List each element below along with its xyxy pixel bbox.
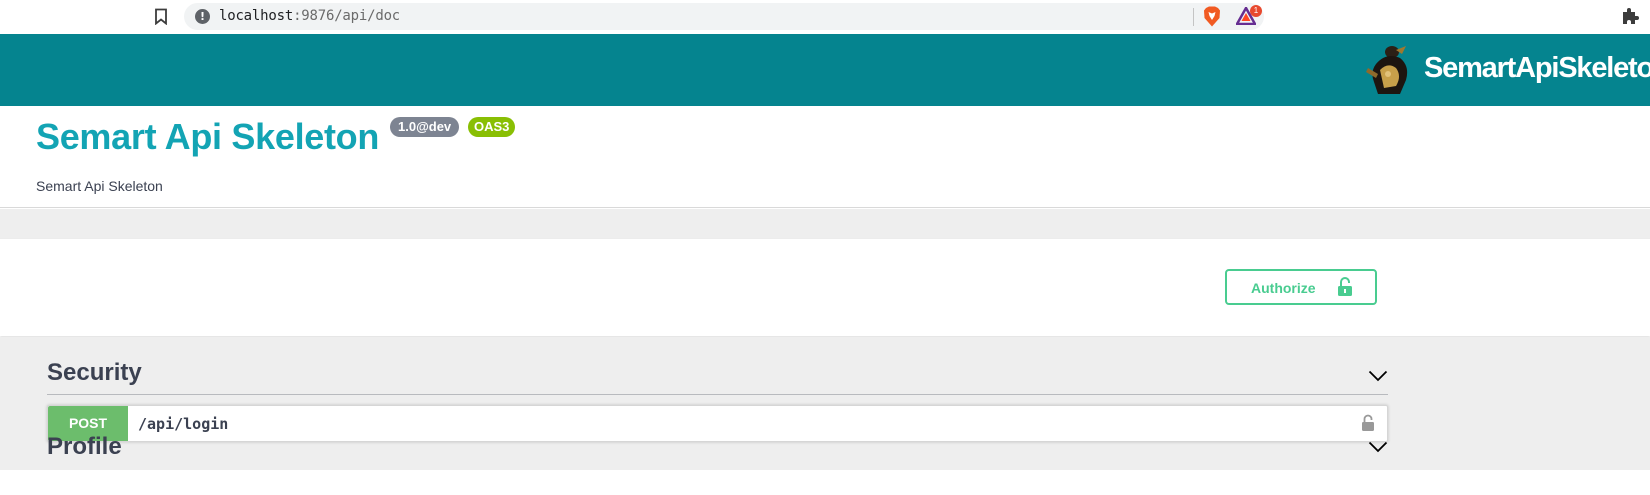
unlock-icon: [1338, 277, 1352, 296]
brave-shield-icon[interactable]: [1203, 6, 1221, 27]
url-path: :9876/api/doc: [293, 8, 401, 24]
url-text[interactable]: localhost:9876/api/doc: [219, 8, 400, 24]
tag-title-security: Security: [47, 359, 142, 386]
authorize-button[interactable]: Authorize: [1225, 269, 1377, 305]
url-host: localhost: [219, 8, 294, 24]
tag-section-profile[interactable]: Profile: [47, 433, 1388, 495]
extensions-icon[interactable]: [1621, 7, 1639, 25]
authorize-label: Authorize: [1251, 280, 1316, 296]
tag-title-profile: Profile: [47, 433, 122, 460]
operation-path: /api/login: [138, 415, 229, 433]
rewards-badge: 1: [1250, 5, 1262, 17]
wayang-logo-icon[interactable]: [1366, 44, 1414, 96]
api-description: Semart Api Skeleton: [36, 178, 163, 194]
lock-icon[interactable]: [1361, 414, 1375, 432]
topbar-logo-text[interactable]: SemartApiSkeleton: [1424, 52, 1650, 85]
browser-toolbar: ! localhost:9876/api/doc 1: [0, 0, 1650, 34]
swagger-topbar: SemartApiSkeleton: [0, 34, 1650, 106]
api-title: Semart Api Skeleton: [36, 116, 380, 157]
chevron-down-icon[interactable]: [1368, 441, 1388, 453]
chevron-down-icon[interactable]: [1368, 370, 1388, 382]
site-info-icon[interactable]: !: [195, 9, 210, 24]
operations-area: Security POST /api/login Profile: [0, 337, 1650, 470]
scheme-container: Authorize: [0, 239, 1650, 336]
oas-badge: OAS3: [468, 117, 516, 137]
section-gap: [0, 209, 1650, 239]
address-bar-divider: [1193, 8, 1194, 26]
bookmark-icon[interactable]: [154, 8, 168, 25]
tag-section-security[interactable]: Security: [47, 337, 1388, 395]
api-info: Semart Api Skeleton 1.0@dev OAS3 Semart …: [0, 106, 1650, 208]
version-badge: 1.0@dev: [390, 117, 460, 137]
